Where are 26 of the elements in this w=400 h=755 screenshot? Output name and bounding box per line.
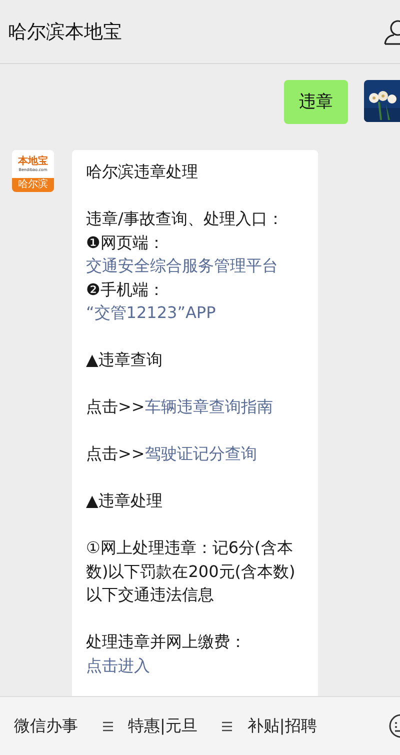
message-text: ①网上处理违章：记6分(含本数)以下罚款在200元(含本数)以下交通违法信息 — [86, 537, 296, 606]
menu-icon — [221, 720, 234, 732]
message-link[interactable]: “交管12123”APP — [86, 301, 308, 324]
message-link[interactable]: 点击进入 — [86, 654, 308, 677]
person-icon[interactable] — [384, 18, 400, 44]
logo-brand: 本地宝 — [18, 156, 48, 167]
message-text: 处理违章并网上缴费： — [86, 631, 247, 653]
logo-city: 哈尔滨 — [12, 178, 54, 192]
message-text: ❷手机端： — [86, 278, 166, 300]
sent-message: 违章 — [284, 80, 348, 124]
menu-item[interactable]: 特惠|元旦 — [102, 716, 198, 736]
message-link[interactable]: 驾驶证记分查询 — [144, 444, 257, 463]
menu-item[interactable]: 微信办事 — [14, 716, 78, 736]
message-text: ❶网页端： — [86, 232, 166, 254]
message-link[interactable]: 车辆违章查询指南 — [144, 397, 273, 416]
message-text: 点击>> — [86, 444, 145, 463]
message-link[interactable]: 交通安全综合服务管理平台 — [86, 254, 308, 278]
message-text: 哈尔滨违章处理 — [86, 161, 199, 183]
menu-item[interactable]: 补贴|招聘 — [221, 716, 317, 736]
menu-icon — [102, 720, 114, 732]
message-text: 违章/事故查询、处理入口： — [86, 208, 284, 230]
message-text: ▲违章处理 — [86, 490, 164, 512]
message-text: ▲违章查询 — [86, 349, 164, 371]
message-text: 点击>> — [86, 397, 145, 416]
chat-title: 哈尔滨本地宝 — [8, 20, 122, 44]
keyboard-icon[interactable] — [388, 713, 400, 739]
